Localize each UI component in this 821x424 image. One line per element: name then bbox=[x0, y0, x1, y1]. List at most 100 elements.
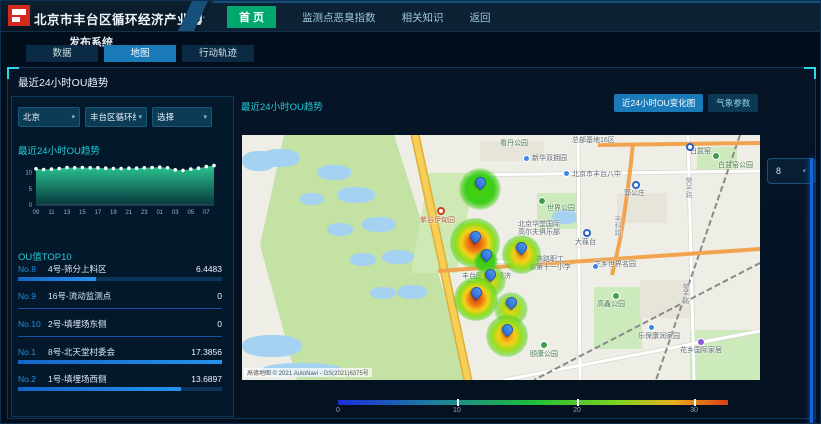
left-stats-panel: 北京▾丰台区循环经济产▾选择▾ 最近24小时OU趋势 0510091113151… bbox=[11, 96, 234, 417]
nav-item-3[interactable]: 返回 bbox=[470, 10, 491, 25]
site-name: 1号-填埋场西侧 bbox=[48, 373, 191, 385]
map-place-label: 世界公园 bbox=[547, 205, 575, 213]
app-logo-icon bbox=[8, 5, 30, 26]
rank-label: No.8 bbox=[18, 264, 48, 274]
row-divider bbox=[18, 308, 222, 309]
map-place-label: 北京华堂国际 bbox=[518, 221, 560, 229]
svg-text:05: 05 bbox=[187, 210, 194, 216]
hour-select[interactable]: 8 ▾ bbox=[767, 158, 815, 184]
publish-tabs: 数据地图行动轨迹 bbox=[26, 45, 254, 62]
publish-tab-2[interactable]: 行动轨迹 bbox=[182, 45, 254, 62]
map-place-label: 北京市丰台八中 bbox=[572, 171, 621, 179]
panel-corner-accent bbox=[804, 67, 816, 79]
metro-icon bbox=[686, 143, 694, 151]
rank-label: No.10 bbox=[18, 319, 48, 329]
publish-tab-0[interactable]: 数据 bbox=[26, 45, 98, 62]
legend-tick bbox=[694, 399, 696, 406]
site-name: 16号-流动监测点 bbox=[48, 290, 217, 302]
map-place-label: 高鑫公园 bbox=[597, 301, 625, 309]
site-name: 8号-北天堂村委会 bbox=[48, 346, 191, 358]
map-place-label: 总部基地16区 bbox=[572, 137, 615, 145]
ou-progress-bar bbox=[18, 360, 222, 364]
ou-value: 13.6897 bbox=[191, 374, 222, 384]
svg-text:19: 19 bbox=[110, 210, 117, 216]
poi-blue-icon bbox=[563, 170, 570, 177]
poi-blue-icon bbox=[592, 263, 599, 270]
rank-label: No.9 bbox=[18, 291, 48, 301]
svg-text:0: 0 bbox=[29, 203, 33, 209]
ou-trend-chart: 0510091113151719212301030507 bbox=[14, 153, 226, 219]
ou-value: 6.4483 bbox=[196, 264, 222, 274]
toplist-row: No.84号-筛分上料区6.4483 bbox=[18, 263, 222, 281]
svg-text:21: 21 bbox=[126, 210, 133, 216]
panel-right-accent bbox=[810, 158, 813, 424]
ou-top-list: No.84号-筛分上料区6.4483 No.916号-流动监测点0 No.102号-… bbox=[18, 263, 222, 400]
svg-text:07: 07 bbox=[203, 210, 210, 216]
map-place-label: 乐保康润家园 bbox=[638, 333, 680, 341]
legend-tick bbox=[457, 399, 459, 406]
map-place-label: 看丹公园 bbox=[500, 140, 528, 148]
amap-canvas[interactable]: 高德地图 © 2021 AutoNavi - GS(2021)6375号 看丹公… bbox=[242, 135, 760, 380]
svg-text:01: 01 bbox=[156, 210, 163, 216]
filter-select-0[interactable]: 北京▾ bbox=[18, 107, 80, 127]
svg-text:03: 03 bbox=[172, 210, 179, 216]
map-place-label: 樊羊路 bbox=[685, 177, 692, 198]
svg-text:13: 13 bbox=[64, 210, 71, 216]
map-view-buttons: 近24小时OU变化图气象参数 bbox=[614, 94, 758, 112]
poi-red-icon bbox=[437, 207, 445, 215]
toplist-title: OU值TOP10 bbox=[18, 249, 72, 263]
nav-item-0[interactable]: 首 页 bbox=[227, 6, 276, 28]
map-place-label: 紫谷伊甸园 bbox=[420, 217, 455, 225]
legend-gradient-bar bbox=[338, 400, 728, 405]
map-place-label: 花乡国际家居 bbox=[680, 347, 722, 355]
top-header: 北京市丰台区循环经济产业园大气恶臭状况实时 首 页监测点恶臭指数相关知识返回 bbox=[1, 1, 821, 32]
map-section-title: 最近24小时OU趋势 bbox=[241, 99, 323, 113]
filter-select-value: 丰台区循环经济产 bbox=[90, 111, 136, 123]
app-root: 北京市丰台区循环经济产业园大气恶臭状况实时 首 页监测点恶臭指数相关知识返回 发… bbox=[0, 0, 821, 424]
map-place-label: 大葆台 bbox=[575, 239, 596, 247]
legend-tick-label: 20 bbox=[573, 407, 581, 414]
svg-text:17: 17 bbox=[95, 210, 102, 216]
map-place-label: 白盆窑公园 bbox=[718, 162, 753, 170]
hour-select-value: 8 bbox=[776, 166, 781, 176]
filter-select-2[interactable]: 选择 ▾ bbox=[152, 107, 212, 127]
map-view-button-1[interactable]: 气象参数 bbox=[708, 94, 758, 112]
nav-item-2[interactable]: 相关知识 bbox=[402, 10, 444, 25]
park-icon bbox=[612, 292, 620, 300]
legend-tick-label: 0 bbox=[336, 407, 340, 414]
rank-label: No.1 bbox=[18, 347, 48, 357]
map-view-button-0[interactable]: 近24小时OU变化图 bbox=[614, 94, 703, 112]
map-place-label: 花乡世界名园 bbox=[594, 261, 636, 269]
toplist-row: No.916号-流动监测点0 bbox=[18, 290, 222, 309]
svg-text:11: 11 bbox=[48, 210, 55, 216]
toplist-row: No.102号-填埋场东侧0 bbox=[18, 318, 222, 337]
park-icon bbox=[538, 197, 546, 205]
map-place-label: 丰科路 bbox=[614, 215, 621, 236]
svg-text:23: 23 bbox=[141, 210, 148, 216]
nav-item-1[interactable]: 监测点恶臭指数 bbox=[302, 10, 376, 25]
svg-text:5: 5 bbox=[29, 187, 33, 193]
metro-icon bbox=[632, 181, 640, 189]
row-divider bbox=[18, 336, 222, 337]
publish-tab-1[interactable]: 地图 bbox=[104, 45, 176, 62]
main-panel: 最近24小时OU趋势 北京▾丰台区循环经济产▾选择▾ 最近24小时OU趋势 05… bbox=[7, 67, 816, 419]
ou-color-legend: 0102030 bbox=[338, 400, 728, 418]
toplist-row: No.18号-北天堂村委会17.3856 bbox=[18, 346, 222, 364]
filter-select-1[interactable]: 丰台区循环经济产▾ bbox=[85, 107, 147, 127]
chevron-down-icon: ▾ bbox=[138, 113, 142, 121]
park-icon bbox=[712, 152, 720, 160]
chevron-down-icon: ▾ bbox=[203, 113, 207, 121]
legend-tick bbox=[577, 399, 579, 406]
site-name: 2号-填埋场东侧 bbox=[48, 318, 217, 330]
svg-text:09: 09 bbox=[33, 210, 40, 216]
park-icon bbox=[540, 341, 548, 349]
legend-tick-label: 10 bbox=[453, 407, 461, 414]
chevron-down-icon: ▾ bbox=[802, 167, 806, 175]
chevron-down-icon: ▾ bbox=[71, 113, 75, 121]
map-attribution: 高德地图 © 2021 AutoNavi - GS(2021)6375号 bbox=[244, 368, 372, 377]
site-name: 4号-筛分上料区 bbox=[48, 263, 196, 275]
svg-text:10: 10 bbox=[25, 171, 32, 177]
map-place-label: 新华双拥园 bbox=[532, 155, 567, 163]
ou-progress-bar bbox=[18, 387, 222, 391]
filter-select-value: 选择 bbox=[157, 111, 174, 123]
